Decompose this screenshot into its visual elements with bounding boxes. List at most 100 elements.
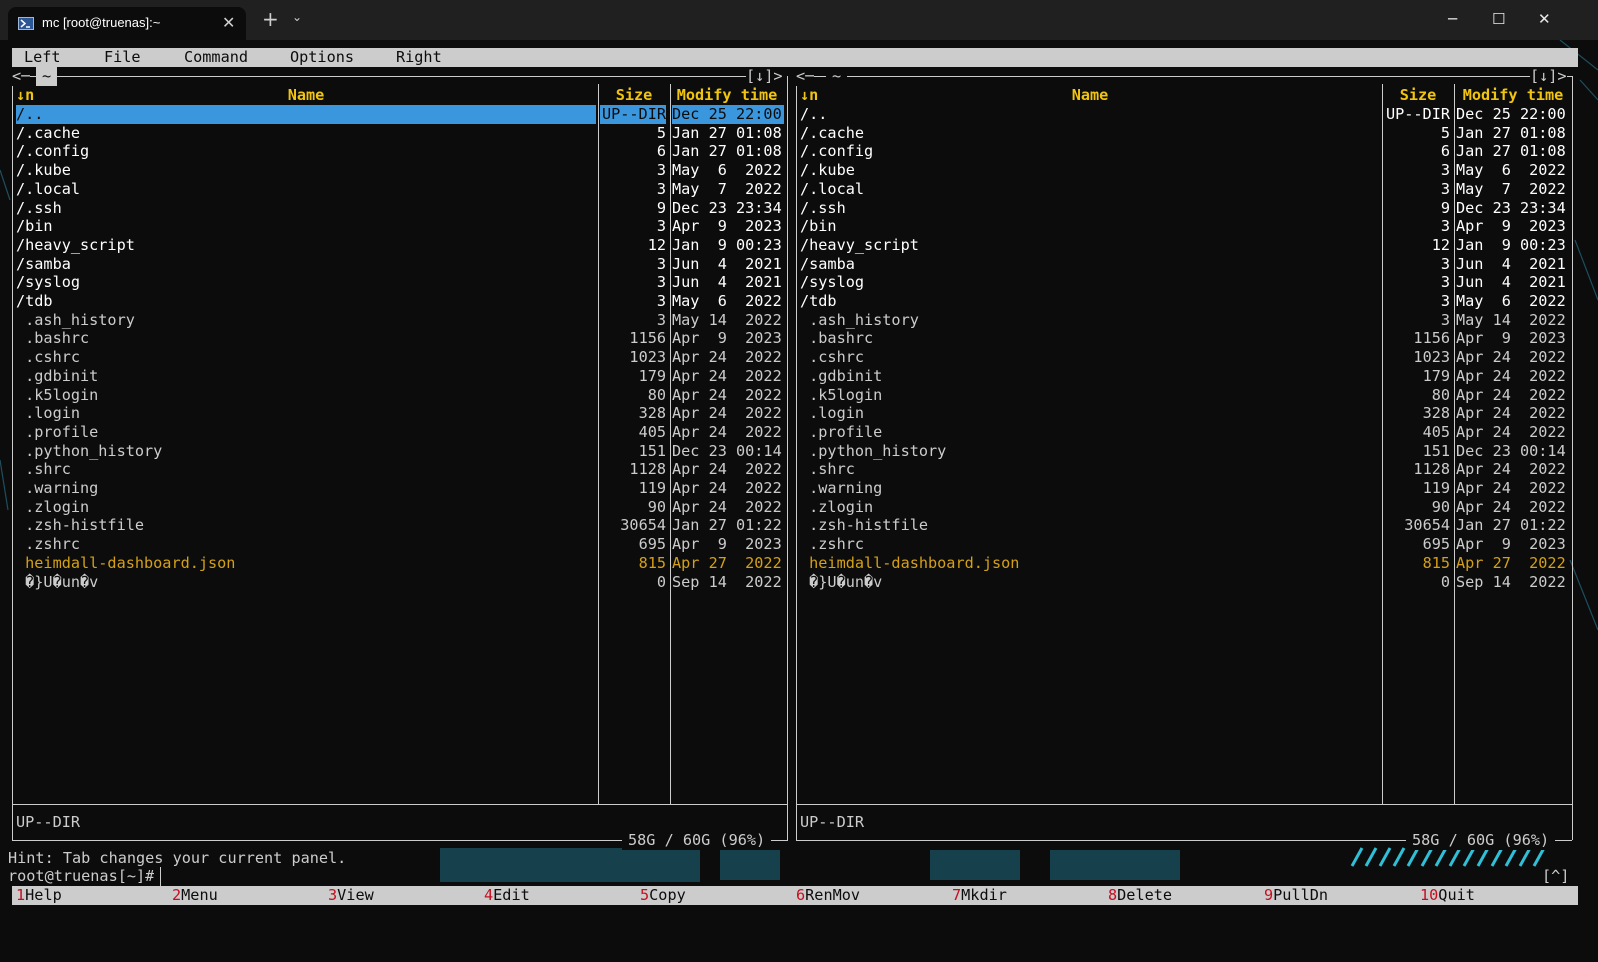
- fkey-pulldn-button[interactable]: 9PullDn: [1264, 886, 1328, 905]
- table-row[interactable]: .python_history 151 Dec 23 00:14 .python_h…: [0, 442, 1598, 461]
- right-file-mtime: May 14 2022: [1456, 310, 1566, 329]
- table-row[interactable]: .gdbinit 179 Apr 24 2022 .gdbinit 179 Apr 24…: [0, 367, 1598, 386]
- left-col-name[interactable]: Name: [16, 86, 596, 105]
- right-file-mtime: Jun 4 2021: [1456, 273, 1566, 292]
- left-file-size: 1128: [629, 460, 666, 479]
- left-col-size[interactable]: Size: [600, 86, 668, 105]
- fkey-label: View: [337, 886, 374, 904]
- right-file-size: 3: [1440, 217, 1450, 236]
- right-file-mtime: Apr 24 2022: [1456, 366, 1566, 385]
- table-row[interactable]: /tdb 3 May 6 2022/tdb 3 May 6 2022: [0, 292, 1598, 311]
- table-row[interactable]: /.local 3 May 7 2022 /.local 3 May 7 2022: [0, 180, 1598, 199]
- close-window-button[interactable]: ✕: [1538, 10, 1551, 28]
- left-file-mtime: Apr 24 2022: [672, 385, 782, 404]
- fkey-number: 7: [952, 886, 962, 904]
- table-row[interactable]: .shrc 1128 Apr 24 2022 .shrc 1128 Apr 24 202…: [0, 460, 1598, 479]
- left-file-size: 179: [638, 366, 666, 385]
- left-file-name: .login: [16, 404, 81, 423]
- right-file-size: 3: [1440, 310, 1450, 329]
- close-tab-icon[interactable]: ✕: [222, 13, 235, 32]
- fkey-number: 4: [484, 886, 494, 904]
- table-row[interactable]: .zsh-histfile 30654 Jan 27 01:22 .zsh-hist…: [0, 516, 1598, 535]
- right-file-mtime: Dec 25 22:00: [1456, 105, 1566, 123]
- left-file-size: 815: [638, 553, 666, 572]
- table-row[interactable]: .warning 119 Apr 24 2022 .warning 119 Apr 24…: [0, 479, 1598, 498]
- fkey-mkdir-button[interactable]: 7Mkdir: [952, 886, 1007, 905]
- fkey-edit-button[interactable]: 4Edit: [484, 886, 530, 905]
- table-row[interactable]: �}U�un�v 0 Sep 14 2022 �}U�un�v 0 Sep 14 202…: [0, 573, 1598, 592]
- left-file-size: UP--DIR: [600, 105, 666, 124]
- command-history-button[interactable]: [^]: [1542, 867, 1570, 886]
- fkey-renmov-button[interactable]: 6RenMov: [796, 886, 860, 905]
- left-file-size: 695: [638, 535, 666, 554]
- right-col-size[interactable]: Size: [1384, 86, 1452, 105]
- table-row[interactable]: /samba 3 Jun 4 2021/samba 3 Jun 4 2021: [0, 255, 1598, 274]
- new-tab-button[interactable]: +: [262, 8, 279, 30]
- table-row[interactable]: .login 328 Apr 24 2022 .login 328 Apr 24 202…: [0, 404, 1598, 423]
- fkey-help-button[interactable]: 1Help: [16, 886, 62, 905]
- menu-command[interactable]: Command: [184, 48, 248, 67]
- right-col-mtime[interactable]: Modify time: [1456, 86, 1570, 105]
- menu-right[interactable]: Right: [396, 48, 442, 67]
- table-row[interactable]: .ash_history 3 May 14 2022 .ash_history 3 Ma…: [0, 311, 1598, 330]
- table-row[interactable]: .profile 405 Apr 24 2022 .profile 405 Apr 24…: [0, 423, 1598, 442]
- right-file-mtime: Apr 24 2022: [1456, 479, 1566, 497]
- left-col-mtime[interactable]: Modify time: [672, 86, 782, 105]
- table-row[interactable]: /bin 3 Apr 9 2023/bin 3 Apr 9 2023: [0, 217, 1598, 236]
- table-row[interactable]: .k5login 80 Apr 24 2022 .k5login 80 Apr 24 2…: [0, 386, 1598, 405]
- right-file-name: /..: [800, 105, 828, 123]
- table-row[interactable]: /syslog 3 Jun 4 2021/syslog 3 Jun 4 2021: [0, 273, 1598, 292]
- fkey-label: Quit: [1438, 886, 1475, 904]
- left-file-size: 6: [656, 142, 666, 161]
- left-file-name: .gdbinit: [16, 366, 99, 385]
- tab-terminal[interactable]: mc [root@truenas]:~ ✕: [8, 7, 246, 40]
- right-file-size: 9: [1440, 198, 1450, 217]
- table-row[interactable]: .cshrc 1023 Apr 24 2022 .cshrc 1023 Apr 24 2…: [0, 348, 1598, 367]
- fkey-number: 1: [16, 886, 26, 904]
- left-file-name: /tdb: [16, 292, 53, 310]
- left-panel-history-button[interactable]: [↓]>: [746, 67, 783, 86]
- right-panel-nav-arrows[interactable]: <─: [796, 67, 815, 86]
- left-file-mtime: Apr 9 2023: [672, 217, 782, 236]
- right-file-mtime: May 6 2022: [1456, 161, 1566, 180]
- fkey-menu-button[interactable]: 2Menu: [172, 886, 218, 905]
- chevron-down-icon[interactable]: ⌄: [292, 10, 302, 24]
- table-row[interactable]: /.. UP--DIR Dec 25 22:00/.. UP--DIR Dec 25 2…: [0, 105, 1598, 124]
- table-row[interactable]: /.config 6 Jan 27 01:08 /.config 6 Jan 27 01:…: [0, 142, 1598, 161]
- table-row[interactable]: .zlogin 90 Apr 24 2022 .zlogin 90 Apr 24 202…: [0, 498, 1598, 517]
- fkey-quit-button[interactable]: 10Quit: [1420, 886, 1475, 905]
- left-file-size: 3: [656, 273, 666, 292]
- right-file-name: /.kube: [800, 161, 855, 180]
- fkey-copy-button[interactable]: 5Copy: [640, 886, 686, 905]
- title-bar: mc [root@truenas]:~ ✕ + ⌄ ─ ☐ ✕: [0, 0, 1598, 40]
- table-row[interactable]: .zshrc 695 Apr 9 2023 .zshrc 695 Apr 9 2023: [0, 535, 1598, 554]
- left-file-name: .zlogin: [16, 497, 90, 516]
- left-panel-nav-arrows[interactable]: <─: [12, 67, 31, 86]
- table-row[interactable]: heimdall-dashboard.json 815 Apr 27 2022 he…: [0, 554, 1598, 573]
- table-row[interactable]: /.cache 5 Jan 27 01:08 /.cache 5 Jan 27 01:08: [0, 124, 1598, 143]
- left-file-name: .warning: [16, 479, 99, 497]
- right-panel-history-button[interactable]: [↓]>: [1530, 67, 1567, 86]
- table-row[interactable]: .bashrc 1156 Apr 9 2023 .bashrc 1156 Apr 9 2…: [0, 329, 1598, 348]
- left-file-mtime: Jan 27 01:08: [672, 123, 782, 142]
- left-file-name: /.kube: [16, 161, 71, 180]
- left-panel-path: ~: [36, 67, 58, 86]
- maximize-button[interactable]: ☐: [1492, 10, 1505, 28]
- right-col-name[interactable]: Name: [800, 86, 1380, 105]
- fkey-view-button[interactable]: 3View: [328, 886, 374, 905]
- command-line[interactable]: root@truenas[~]# [^]: [0, 867, 1598, 886]
- menu-file[interactable]: File: [104, 48, 141, 67]
- minimize-button[interactable]: ─: [1448, 10, 1457, 28]
- table-row[interactable]: /heavy_script 12 Jan 9 00:23/heavy_script 1…: [0, 236, 1598, 255]
- right-file-mtime: Apr 9 2023: [1456, 329, 1566, 348]
- left-file-size: 90: [647, 497, 666, 516]
- fkey-delete-button[interactable]: 8Delete: [1108, 886, 1172, 905]
- left-file-size: 3: [656, 310, 666, 329]
- table-row[interactable]: /.ssh 9 Dec 23 23:34 /.ssh 9 Dec 23 23:34: [0, 199, 1598, 218]
- left-file-name: .k5login: [16, 385, 99, 404]
- menu-left[interactable]: Left: [24, 48, 61, 67]
- table-row[interactable]: /.kube 3 May 6 2022 /.kube 3 May 6 2022: [0, 161, 1598, 180]
- menu-options[interactable]: Options: [290, 48, 354, 67]
- right-file-size: 405: [1422, 422, 1450, 441]
- terminal[interactable]: Left File Command Options Right <─ ~ [↓]…: [0, 40, 1598, 930]
